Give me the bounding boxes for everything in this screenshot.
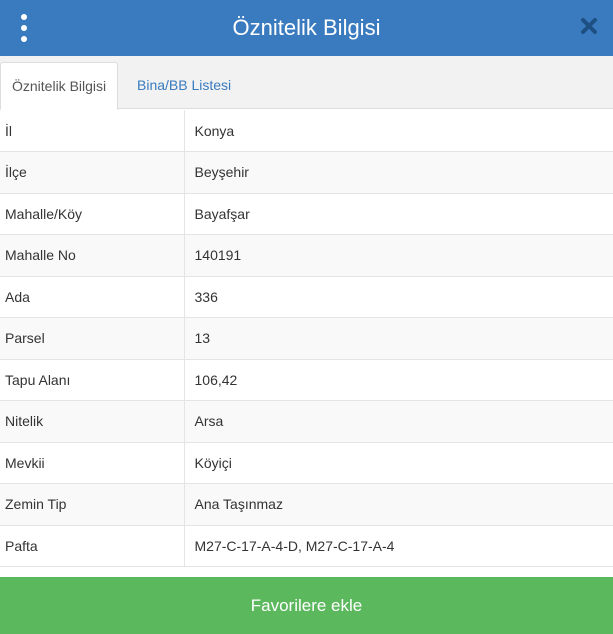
attribute-value: 13: [184, 317, 613, 360]
menu-dot: [21, 36, 27, 42]
attribute-value: Konya: [184, 110, 613, 152]
vertical-dots-icon[interactable]: [16, 14, 32, 42]
attribute-key: Parsel: [0, 317, 185, 360]
attribute-value: 336: [184, 276, 613, 318]
attribute-key: Ada: [0, 276, 185, 318]
attribute-value: Beyşehir: [184, 151, 613, 194]
menu-dot: [21, 14, 27, 20]
table-row: Zemin Tip Ana Taşınmaz: [0, 483, 613, 526]
attribute-value: M27-C-17-A-4-D, M27-C-17-A-4: [184, 525, 613, 567]
tab-bar: Öznitelik Bilgisi Bina/BB Listesi: [0, 56, 613, 110]
header-bar: Öznitelik Bilgisi: [0, 0, 613, 56]
table-row: Mahalle/Köy Bayafşar: [0, 193, 613, 235]
attribute-table: İl Konya İlçe Beyşehir Mahalle/Köy Bayaf…: [0, 110, 613, 567]
table-row: Ada 336: [0, 276, 613, 318]
attribute-value: 140191: [184, 234, 613, 277]
attribute-key: İl: [0, 110, 185, 152]
attribute-value: 106,42: [184, 359, 613, 401]
page-title: Öznitelik Bilgisi: [232, 15, 381, 40]
attribute-key: Mahalle No: [0, 234, 185, 277]
close-x-glyph: [581, 18, 597, 34]
table-row: Mevkii Köyiçi: [0, 442, 613, 484]
table-row: Nitelik Arsa: [0, 400, 613, 443]
table-row: İl Konya: [0, 110, 613, 152]
table-row: Parsel 13: [0, 317, 613, 360]
table-row: Pafta M27-C-17-A-4-D, M27-C-17-A-4: [0, 525, 613, 567]
attribute-value: Bayafşar: [184, 193, 613, 235]
attribute-key: Mevkii: [0, 442, 185, 484]
attribute-key: Mahalle/Köy: [0, 193, 185, 235]
attribute-key: İlçe: [0, 151, 185, 194]
tab-bina-bb-listesi[interactable]: Bina/BB Listesi: [125, 62, 243, 109]
table-row: Tapu Alanı 106,42: [0, 359, 613, 401]
attribute-key: Pafta: [0, 525, 185, 567]
attribute-key: Zemin Tip: [0, 483, 185, 526]
attribute-value: Arsa: [184, 400, 613, 443]
attribute-key: Tapu Alanı: [0, 359, 185, 401]
table-row: İlçe Beyşehir: [0, 151, 613, 194]
close-icon[interactable]: [579, 16, 599, 36]
tab-oznitelik-bilgisi[interactable]: Öznitelik Bilgisi: [0, 62, 119, 110]
add-to-favorites-button[interactable]: Favorilere ekle: [0, 577, 613, 634]
table-row: Mahalle No 140191: [0, 234, 613, 277]
attribute-value: Ana Taşınmaz: [184, 483, 613, 526]
attribute-key: Nitelik: [0, 400, 185, 443]
menu-dot: [21, 25, 27, 31]
attribute-value: Köyiçi: [184, 442, 613, 484]
